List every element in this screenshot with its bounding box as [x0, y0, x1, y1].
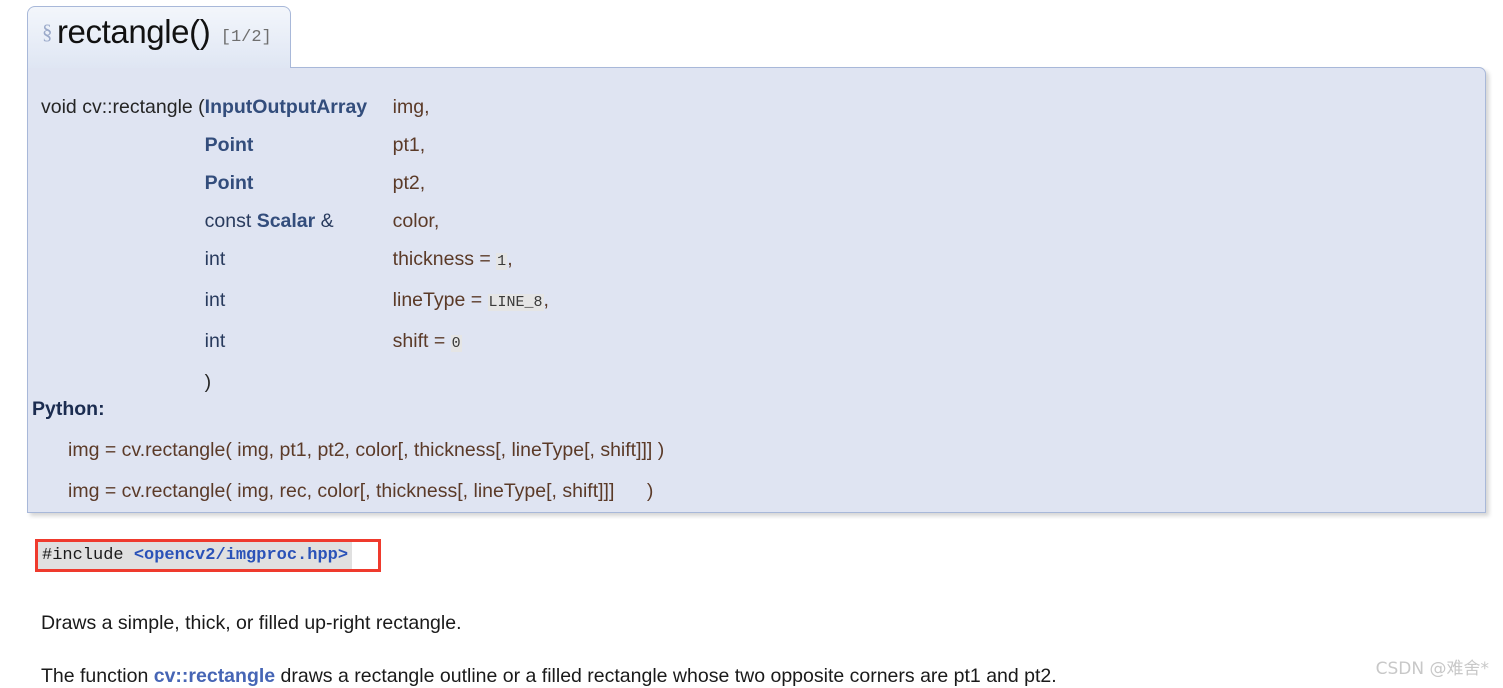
param-type-suffix-3: &	[315, 210, 334, 232]
param-name-text-1: pt1,	[392, 134, 426, 156]
permalink-icon[interactable]: §	[42, 20, 53, 44]
param-type-1: Point	[205, 126, 393, 164]
member-prototype-panel: void cv::rectangle ( InputOutputArray im…	[27, 67, 1486, 513]
param-default-sep-5: ,	[543, 289, 549, 311]
include-keyword: #include	[42, 546, 134, 565]
param-type-0: InputOutputArray	[205, 88, 393, 126]
param-type-text-1: Point	[204, 134, 254, 156]
param-name-text-0: img,	[392, 96, 430, 118]
signature-spacer	[41, 202, 205, 240]
param-type-suffix-5: int	[204, 289, 226, 311]
param-type-prefix-3: const	[204, 210, 257, 232]
description-paragraph-1: Draws a simple, thick, or filled up-righ…	[41, 611, 462, 634]
param-name-text-5: lineType =	[392, 289, 488, 311]
signature-spacer	[41, 363, 205, 401]
signature-row: Point pt2,	[41, 164, 549, 202]
description-text-before: The function	[41, 664, 154, 687]
signature-row: )	[41, 363, 549, 401]
param-name-4: thickness = 1,	[393, 240, 549, 281]
param-type-5: int	[205, 281, 393, 322]
param-type-2: Point	[205, 164, 393, 202]
param-name-1: pt1,	[393, 126, 549, 164]
param-name-text-4: thickness =	[392, 248, 497, 270]
param-name-3: color,	[393, 202, 549, 240]
page-title: rectangle()	[56, 13, 211, 50]
description-text-after: draws a rectangle outline or a filled re…	[275, 664, 1057, 687]
member-title-tab: § rectangle() [1/2]	[27, 6, 291, 68]
signature-spacer	[41, 281, 205, 322]
signature-row: const Scalar & color,	[41, 202, 549, 240]
param-name-text-2: pt2,	[392, 172, 426, 194]
python-line-0: img = cv.rectangle( img, pt1, pt2, color…	[68, 439, 665, 461]
signature-empty-cell	[393, 363, 549, 401]
include-directive-code: #include <opencv2/imgproc.hpp>	[38, 542, 353, 569]
param-name-text-3: color,	[392, 210, 440, 232]
python-signature-block: Python: img = cv.rectangle( img, pt1, pt…	[28, 398, 1485, 503]
cv-rectangle-link[interactable]: cv::rectangle	[154, 665, 275, 687]
param-name-5: lineType = LINE_8,	[393, 281, 549, 322]
csdn-watermark: CSDN @难舍*	[1375, 659, 1489, 679]
param-default-sep-4: ,	[507, 248, 513, 270]
param-type-6: int	[205, 322, 393, 363]
param-name-6: shift = 0	[393, 322, 549, 363]
signature-row: int shift = 0	[41, 322, 549, 363]
signature-spacer	[41, 322, 205, 363]
signature-spacer	[41, 126, 205, 164]
signature-spacer	[41, 240, 205, 281]
param-type-3: const Scalar &	[205, 202, 393, 240]
function-signature-table: void cv::rectangle ( InputOutputArray im…	[41, 88, 549, 401]
param-default-5: LINE_8	[487, 294, 544, 311]
param-name-0: img,	[393, 88, 549, 126]
param-type-text-3: Scalar	[256, 210, 316, 232]
signature-lead: void cv::rectangle (	[41, 96, 205, 118]
param-type-suffix-4: int	[204, 248, 226, 270]
param-type-text-2: Point	[204, 172, 254, 194]
signature-row: void cv::rectangle ( InputOutputArray im…	[41, 88, 549, 126]
python-line-1: img = cv.rectangle( img, rec, color[, th…	[68, 480, 654, 502]
param-name-2: pt2,	[393, 164, 549, 202]
param-default-4: 1	[496, 253, 508, 270]
python-label: Python:	[32, 398, 105, 420]
signature-row: int thickness = 1,	[41, 240, 549, 281]
signature-row: int lineType = LINE_8,	[41, 281, 549, 322]
description-paragraph-2: The function cv::rectangle draws a recta…	[41, 665, 1057, 688]
signature-close-paren: )	[204, 371, 212, 393]
param-default-6: 0	[450, 335, 462, 352]
overload-count-badge: [1/2]	[220, 28, 272, 47]
include-path-link[interactable]: <opencv2/imgproc.hpp>	[134, 546, 348, 565]
param-type-text-0: InputOutputArray	[204, 96, 368, 118]
param-name-text-6: shift =	[392, 330, 451, 352]
signature-spacer	[41, 164, 205, 202]
param-type-suffix-6: int	[204, 330, 226, 352]
param-type-4: int	[205, 240, 393, 281]
signature-row: Point pt1,	[41, 126, 549, 164]
